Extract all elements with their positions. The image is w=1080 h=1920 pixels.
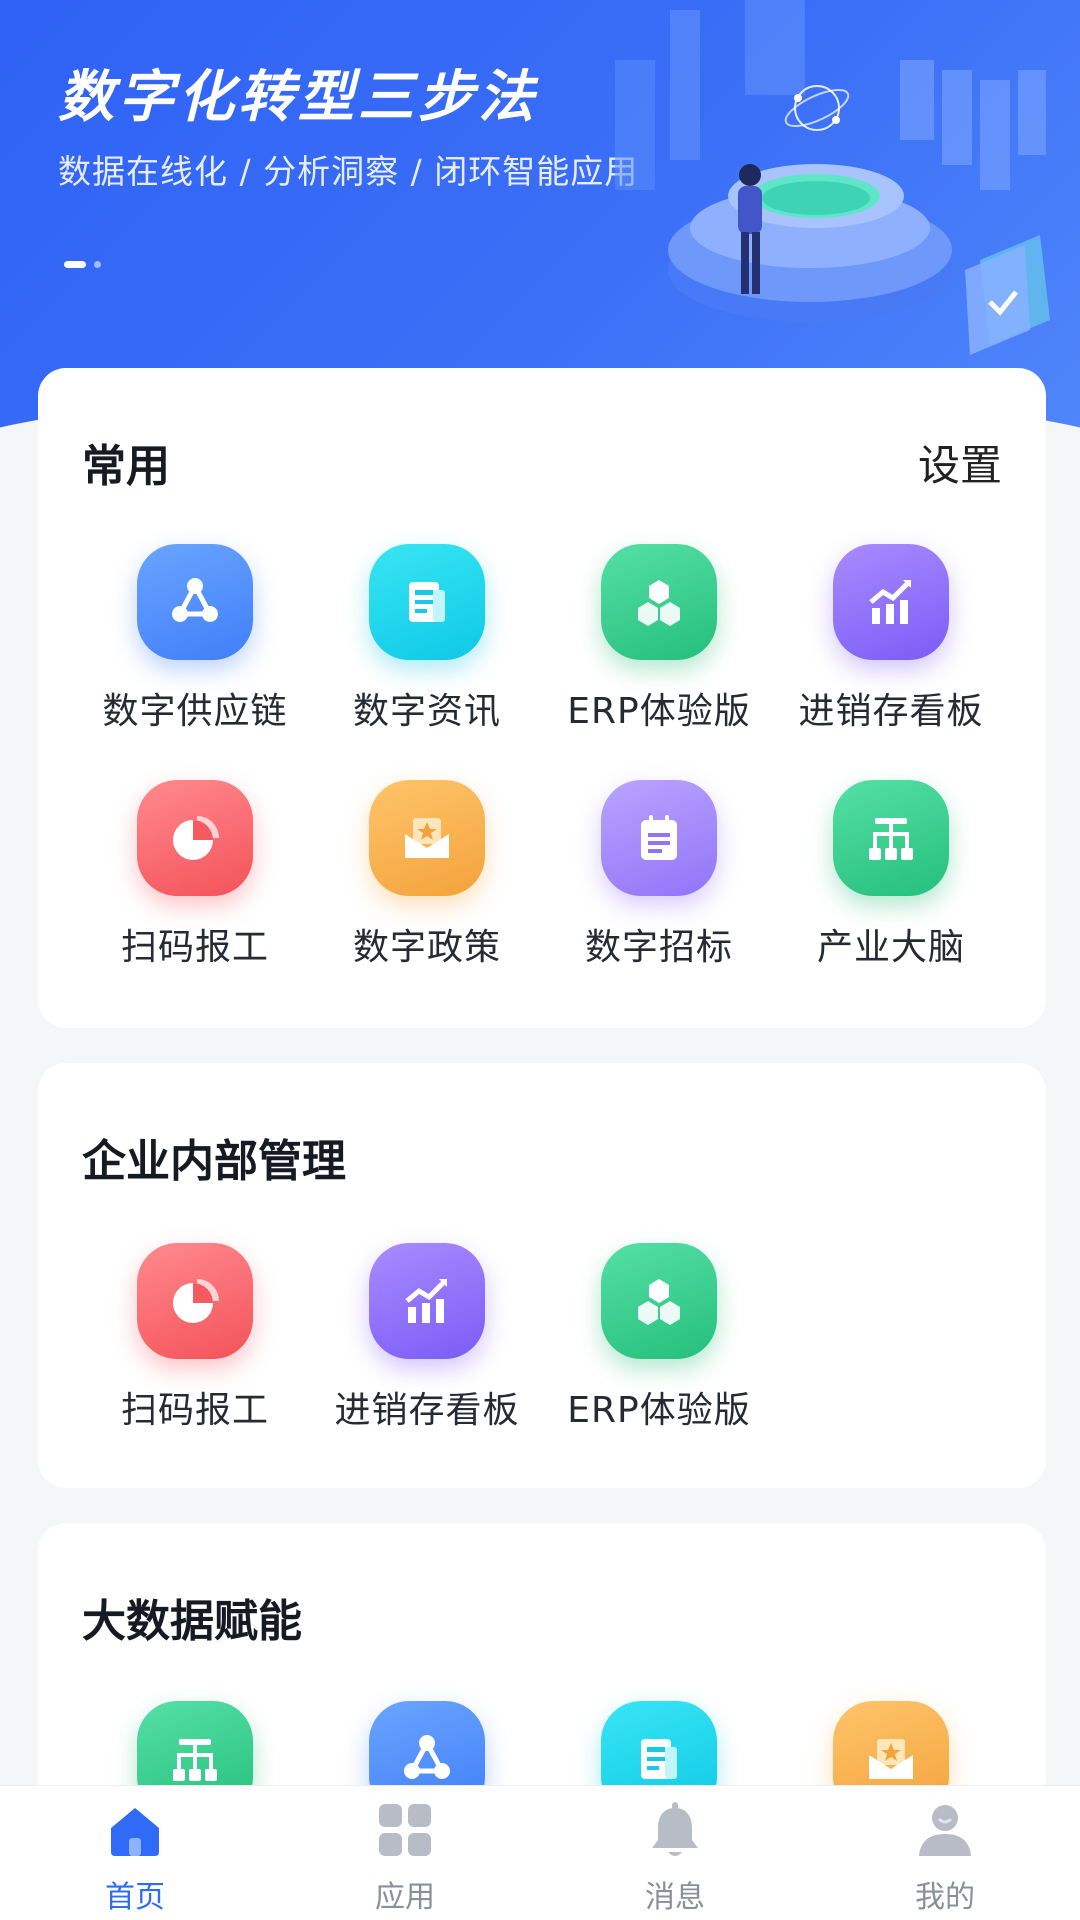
clipboard-icon: [601, 780, 717, 896]
hierarchy-icon: [833, 780, 949, 896]
common-section-title: 常用: [82, 441, 170, 492]
carousel-indicator: [64, 261, 101, 268]
app-inventory-board[interactable]: 进销存看板: [775, 544, 1007, 734]
app-label: 进销存看板: [798, 691, 984, 732]
cubes-icon: [601, 544, 717, 660]
app-label: ERP体验版: [567, 1390, 751, 1431]
app-label: 扫码报工: [120, 927, 269, 968]
app-label: 数字供应链: [102, 691, 288, 732]
tab-apps[interactable]: 应用: [305, 1800, 505, 1916]
tab-messages[interactable]: 消息: [575, 1800, 775, 1916]
app-digital-news[interactable]: 数字资讯: [311, 544, 543, 734]
tab-mine-label: 我的: [915, 1880, 975, 1915]
network-icon: [137, 544, 253, 660]
tab-home[interactable]: 首页: [35, 1800, 235, 1916]
app-digital-policy[interactable]: 数字政策: [311, 780, 543, 970]
app-inventory-board[interactable]: 进销存看板: [311, 1243, 543, 1433]
digital-platform-illustration: [615, 0, 1050, 355]
app-digital-supply-chain[interactable]: 数字供应链: [79, 544, 311, 734]
app-scan-report[interactable]: 扫码报工: [79, 1243, 311, 1433]
app-digital-bidding[interactable]: 数字招标: [543, 780, 775, 970]
banner-title: 数字化转型三步法: [58, 65, 538, 130]
app-industry-brain[interactable]: 产业大脑: [775, 780, 1007, 970]
app-erp-trial[interactable]: ERP体验版: [543, 1243, 775, 1433]
tab-messages-label: 消息: [645, 1880, 705, 1915]
tab-apps-label: 应用: [375, 1880, 435, 1915]
app-scan-report[interactable]: 扫码报工: [79, 780, 311, 970]
news-icon: [369, 544, 485, 660]
chart-icon: [833, 544, 949, 660]
settings-link[interactable]: 设置: [918, 432, 1002, 493]
internal-section-title: 企业内部管理: [82, 1136, 346, 1187]
app-label: ERP体验版: [567, 691, 751, 732]
tab-home-label: 首页: [105, 1880, 165, 1915]
app-label: 进销存看板: [334, 1390, 520, 1431]
grid-icon: [379, 1804, 431, 1856]
chart-icon: [369, 1243, 485, 1359]
carousel-dot-active: [64, 261, 86, 268]
common-apps-card: 常用 设置 数字供应链 数字资讯 ERP体验版 进销存看板 扫码报工 数字政策 …: [38, 368, 1046, 1028]
home-icon: [111, 1808, 159, 1856]
app-label: 数字招标: [584, 927, 733, 968]
bell-icon: [652, 1802, 698, 1856]
bigdata-section-title: 大数据赋能: [82, 1596, 302, 1647]
banner-subtitle: 数据在线化 / 分析洞察 / 闭环智能应用: [58, 152, 639, 191]
tab-mine[interactable]: 我的: [845, 1800, 1045, 1916]
pie-icon: [137, 1243, 253, 1359]
envelope-icon: [369, 780, 485, 896]
user-icon: [919, 1805, 971, 1856]
internal-management-card: 企业内部管理 扫码报工 进销存看板 ERP体验版: [38, 1063, 1046, 1488]
app-label: 数字政策: [352, 927, 501, 968]
bottom-tab-bar: 首页 应用 消息 我的: [0, 1785, 1080, 1920]
cubes-icon: [601, 1243, 717, 1359]
carousel-dot: [94, 261, 101, 268]
app-erp-trial[interactable]: ERP体验版: [543, 544, 775, 734]
app-label: 扫码报工: [120, 1390, 269, 1431]
app-label: 数字资讯: [352, 691, 501, 732]
app-label: 产业大脑: [816, 927, 965, 968]
pie-icon: [137, 780, 253, 896]
